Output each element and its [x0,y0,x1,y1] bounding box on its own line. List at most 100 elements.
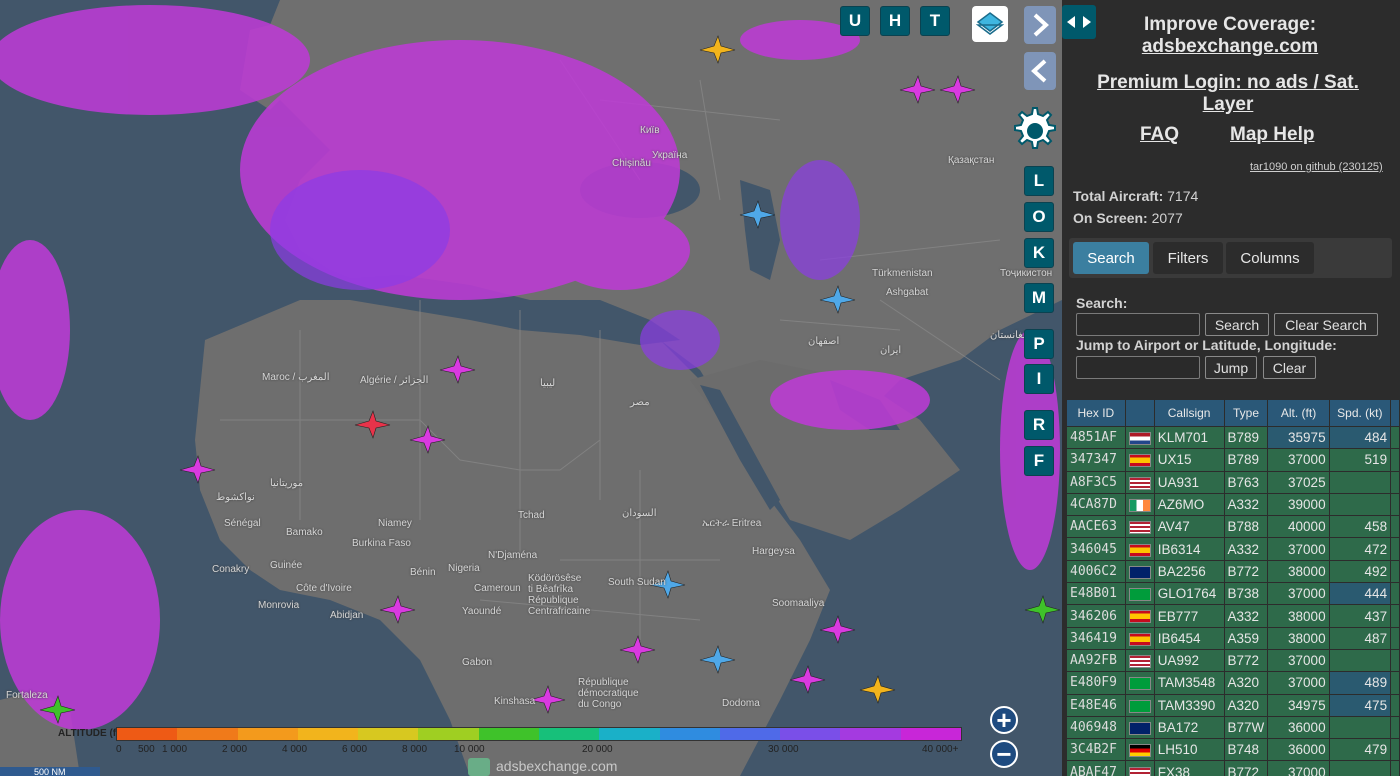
gear-icon [1014,107,1056,149]
map-view[interactable]: Україна Київ Қазақстан Chișinău Algérie … [0,0,1062,776]
col-type-header[interactable]: Type [1223,399,1269,427]
zoom-out-button[interactable]: − [990,740,1018,768]
map-label-ashgabat: Ashgabat [886,287,929,298]
premium-login-link[interactable]: Premium Login: no ads / Sat. Layer [1090,72,1366,116]
jump-button[interactable]: Jump [1205,356,1257,379]
altitude-tick-label: 30 000 [768,744,799,755]
cell-altitude: 36000 [1267,738,1330,762]
cell-hex: 347347 [1066,448,1126,472]
button-k[interactable]: K [1024,238,1054,268]
map-label-iran: ایران [880,345,902,356]
table-row[interactable]: 3C4B2F LH510 B748 36000 479 [1066,738,1400,762]
map-help-link[interactable]: Map Help [1230,124,1314,146]
button-t[interactable]: T [920,6,950,36]
altitude-color-segment [900,728,961,740]
col-callsign-header[interactable]: Callsign [1153,399,1225,427]
cell-type: A359 [1223,626,1269,650]
cell-type: B772 [1223,559,1269,584]
layers-button[interactable] [972,6,1008,42]
altitude-color-segment [117,728,178,740]
map-label-turkmenistan: Türkmenistan [872,268,933,279]
faq-link[interactable]: FAQ [1140,124,1179,146]
map-label-misr: مصر [630,397,650,408]
table-row[interactable]: 346419 IB6454 A359 38000 487 [1066,626,1400,650]
cell-altitude: 37000 [1267,448,1330,472]
table-row[interactable]: 346206 EB777 A332 38000 437 [1066,604,1400,628]
col-alt-header[interactable]: Alt. (ft) [1267,399,1330,427]
jump-input[interactable] [1076,356,1200,379]
altitude-tick-label: 6 000 [342,744,368,755]
cell-speed: 437 [1328,604,1392,628]
cell-hex: ABAF47 [1066,760,1126,776]
col-flag-header[interactable] [1124,399,1155,427]
version-link[interactable]: tar1090 on github (230125) [1250,161,1383,173]
aircraft-table-container[interactable]: Hex ID Callsign Type Alt. (ft) Spd. (kt)… [1066,399,1400,776]
improve-coverage-link[interactable]: adsbexchange.com [1062,36,1398,58]
adsbexchange-logo-icon [468,758,490,776]
map-label-conakry: Conakry [212,564,250,575]
cell-speed [1328,760,1392,776]
map-label-sudan: السودان [622,508,657,519]
button-i[interactable]: I [1024,364,1054,394]
cell-flag [1124,448,1155,472]
table-row[interactable]: 4006C2 BA2256 B772 38000 492 [1066,559,1400,584]
cell-hex: A8F3C5 [1066,470,1126,494]
cell-callsign: TAM3390 [1153,693,1225,717]
button-u[interactable]: U [840,6,870,36]
button-l[interactable]: L [1024,166,1054,196]
table-row[interactable]: 406948 BA172 B77W 36000 [1066,715,1400,740]
altitude-color-bar [116,727,962,741]
search-input[interactable] [1076,313,1200,336]
table-row[interactable]: A8F3C5 UA931 B763 37025 [1066,470,1400,494]
cell-flag [1124,626,1155,650]
map-label-tchad: Tchad [518,510,545,521]
cell-altitude: 37025 [1267,470,1330,494]
table-row[interactable]: AACE63 AV47 B788 40000 458 [1066,515,1400,539]
cell-flag [1124,648,1155,673]
search-button[interactable]: Search [1205,313,1269,336]
cell-hex: 406948 [1066,715,1126,740]
cell-flag [1124,492,1155,517]
cell-altitude: 37000 [1267,582,1330,606]
button-o[interactable]: O [1024,202,1054,232]
col-spd-header[interactable]: Spd. (kt) [1328,399,1392,427]
cell-type: B77W [1223,715,1269,740]
clear-search-button[interactable]: Clear Search [1274,313,1378,336]
next-button[interactable] [1024,6,1056,44]
cell-callsign: AZ6MO [1153,492,1225,517]
map-label-libya: ليبيا [540,378,556,389]
button-m[interactable]: M [1024,283,1054,313]
altitude-color-segment [177,728,238,740]
search-label: Search: [1076,295,1128,311]
cell-callsign: UA992 [1153,648,1225,673]
table-row[interactable]: 346045 IB6314 A332 37000 472 [1066,537,1400,561]
table-row[interactable]: ABAF47 FX38 B772 37000 [1066,760,1400,776]
table-row[interactable]: 4CA87D AZ6MO A332 39000 [1066,492,1400,517]
col-hex-header[interactable]: Hex ID [1066,399,1126,427]
table-row[interactable]: E480F9 TAM3548 A320 37000 489 [1066,671,1400,695]
altitude-color-segment [538,728,600,740]
zoom-in-button[interactable]: + [990,706,1018,734]
tab-search[interactable]: Search [1073,242,1149,274]
aircraft-table-body: 4851AF KLM701 B789 35975 484 347347 UX15 B789 37… [1066,425,1400,776]
tab-columns[interactable]: Columns [1226,242,1314,274]
button-p[interactable]: P [1024,329,1054,359]
table-row[interactable]: AA92FB UA992 B772 37000 [1066,648,1400,673]
tab-filters[interactable]: Filters [1153,242,1223,274]
flag-br-icon [1128,677,1151,691]
map-label-nouakchott: نواكشوط [216,492,255,503]
table-row[interactable]: E48E46 TAM3390 A320 34975 475 [1066,693,1400,717]
table-row[interactable]: 4851AF KLM701 B789 35975 484 [1066,425,1400,450]
button-r[interactable]: R [1024,410,1054,440]
table-row[interactable]: E48B01 GLO1764 B738 37000 444 [1066,582,1400,606]
flag-us-icon [1128,655,1151,669]
clear-button[interactable]: Clear [1263,356,1316,379]
cell-extra [1390,693,1400,717]
button-h[interactable]: H [880,6,910,36]
cell-altitude: 36000 [1267,715,1330,740]
table-row[interactable]: 347347 UX15 B789 37000 519 [1066,448,1400,472]
button-f[interactable]: F [1024,446,1054,476]
map-label-yaounde: Yaoundé [462,606,502,617]
back-button[interactable] [1024,52,1056,90]
settings-button[interactable] [1006,104,1060,158]
